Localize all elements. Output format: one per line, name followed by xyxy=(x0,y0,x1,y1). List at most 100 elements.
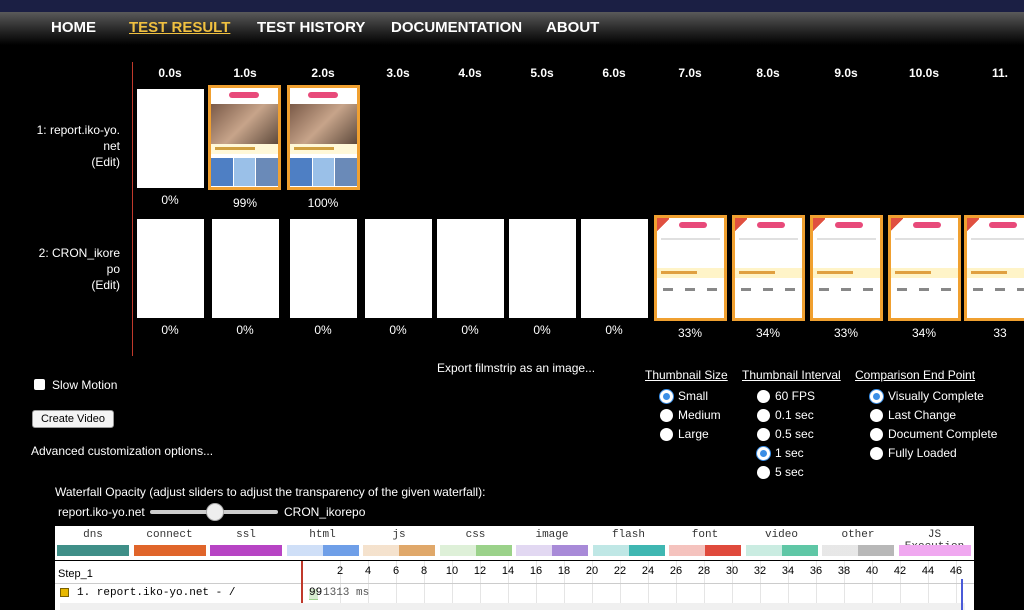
visual-progress-label: 0% xyxy=(605,323,623,337)
waterfall-tick-label: 16 xyxy=(529,565,543,577)
radio-label[interactable]: Document Complete xyxy=(888,427,997,441)
visual-progress-label: 33% xyxy=(677,326,703,340)
comparison-end-point-title: Comparison End Point xyxy=(855,368,976,382)
legend-swatch xyxy=(286,545,359,556)
time-label: 5.0s xyxy=(530,66,554,80)
radio-button[interactable] xyxy=(870,447,883,460)
filmstrip-frame[interactable] xyxy=(809,215,883,321)
advanced-options-link[interactable]: Advanced customization options... xyxy=(31,444,213,458)
filmstrip-frame[interactable] xyxy=(731,215,805,321)
filmstrip-frame[interactable] xyxy=(289,219,357,318)
filmstrip-frame[interactable] xyxy=(653,215,727,321)
radio-button[interactable] xyxy=(757,428,770,441)
time-label: 2.0s xyxy=(311,66,335,80)
waterfall-tick-label: 22 xyxy=(613,565,627,577)
opacity-slider-thumb[interactable] xyxy=(206,503,224,521)
visual-progress-label: 33 xyxy=(993,326,1007,340)
filmstrip-frame[interactable] xyxy=(136,219,204,318)
row-2-name-line-1: 2: CRON_ikore xyxy=(38,246,120,260)
radio-button[interactable] xyxy=(660,390,673,403)
radio-label[interactable]: Medium xyxy=(678,408,721,422)
radio-label[interactable]: 1 sec xyxy=(775,446,804,460)
legend-swatch xyxy=(57,545,129,556)
filmstrip-frame[interactable] xyxy=(436,219,504,318)
waterfall-tick-label: 36 xyxy=(809,565,823,577)
filmstrip-frame[interactable] xyxy=(287,85,360,190)
visual-progress-label: 0% xyxy=(314,323,332,337)
legend-swatch xyxy=(745,545,818,556)
legend-label: connect xyxy=(146,529,193,541)
radio-button[interactable] xyxy=(757,466,770,479)
legend-label: js xyxy=(392,529,406,541)
visual-progress-label: 33% xyxy=(833,326,859,340)
filmstrip-frame[interactable] xyxy=(364,219,432,318)
visual-progress-label: 0% xyxy=(461,323,479,337)
legend-swatch xyxy=(363,545,435,556)
nav-documentation[interactable]: DOCUMENTATION xyxy=(391,19,522,36)
waterfall-tick-label: 26 xyxy=(669,565,683,577)
filmstrip-frame[interactable] xyxy=(208,85,281,190)
export-filmstrip-link[interactable]: Export filmstrip as an image... xyxy=(437,361,595,375)
legend-swatch xyxy=(898,545,971,556)
radio-button[interactable] xyxy=(757,447,770,460)
radio-label[interactable]: Last Change xyxy=(888,408,956,422)
radio-button[interactable] xyxy=(870,428,883,441)
filmstrip-frame[interactable] xyxy=(211,219,279,318)
request-1-time: 1313 ms xyxy=(323,587,370,599)
time-label: 6.0s xyxy=(602,66,626,80)
request-2-row xyxy=(60,603,965,610)
radio-label[interactable]: Fully Loaded xyxy=(888,446,957,460)
time-label: 3.0s xyxy=(386,66,410,80)
page-thumbnail xyxy=(290,88,357,187)
nav-about[interactable]: ABOUT xyxy=(546,19,599,36)
time-label: 9.0s xyxy=(834,66,858,80)
waterfall-left-label: report.iko-yo.net xyxy=(58,505,145,519)
radio-label[interactable]: Large xyxy=(678,427,709,441)
filmstrip-frame[interactable] xyxy=(963,215,1024,321)
create-video-button[interactable]: Create Video xyxy=(32,410,114,428)
filmstrip-frame[interactable] xyxy=(580,219,648,318)
filmstrip-frame[interactable] xyxy=(137,89,204,188)
radio-button[interactable] xyxy=(757,390,770,403)
radio-button[interactable] xyxy=(757,409,770,422)
radio-button[interactable] xyxy=(660,409,673,422)
legend-swatch xyxy=(439,545,512,556)
filmstrip-frame[interactable] xyxy=(508,219,576,318)
request-1-url[interactable]: 1. report.iko-yo.net - / xyxy=(77,587,235,599)
radio-label[interactable]: 0.1 sec xyxy=(775,408,814,422)
radio-button[interactable] xyxy=(660,428,673,441)
waterfall-step-label: Step_1 xyxy=(58,568,93,580)
nav-home[interactable]: HOME xyxy=(51,19,96,36)
page-thumbnail xyxy=(211,88,278,187)
time-label: 11. xyxy=(991,66,1009,80)
radio-label[interactable]: Small xyxy=(678,389,708,403)
radio-label[interactable]: 5 sec xyxy=(775,465,804,479)
radio-label[interactable]: 60 FPS xyxy=(775,389,815,403)
row-2-edit-link[interactable]: (Edit) xyxy=(2,277,120,293)
slow-motion-checkbox[interactable] xyxy=(34,379,45,390)
time-label: 8.0s xyxy=(756,66,780,80)
legend-label: image xyxy=(535,529,569,541)
slow-motion-label: Slow Motion xyxy=(52,378,118,392)
waterfall-tick-label: 24 xyxy=(641,565,655,577)
visual-progress-label: 0% xyxy=(161,323,179,337)
legend-label: flash xyxy=(611,529,645,541)
waterfall-tick-label: 2 xyxy=(336,565,344,577)
legend-swatch xyxy=(669,545,741,556)
radio-label[interactable]: Visually Complete xyxy=(888,389,984,403)
waterfall-tick-label: 28 xyxy=(697,565,711,577)
row-1-edit-link[interactable]: (Edit) xyxy=(2,154,120,170)
radio-button[interactable] xyxy=(870,409,883,422)
radio-label[interactable]: 0.5 sec xyxy=(775,427,814,441)
nav-test-result[interactable]: TEST RESULT xyxy=(129,19,230,36)
time-label: 4.0s xyxy=(458,66,482,80)
filmstrip-frame[interactable] xyxy=(887,215,961,321)
waterfall-tick-label: 20 xyxy=(585,565,599,577)
waterfall-right-label: CRON_ikorepo xyxy=(284,505,366,519)
legend-label: dns xyxy=(83,529,103,541)
legend-label: ssl xyxy=(236,529,256,541)
radio-button[interactable] xyxy=(870,390,883,403)
nav-test-history[interactable]: TEST HISTORY xyxy=(257,19,365,36)
waterfall-tick-label: 18 xyxy=(557,565,571,577)
page-thumbnail xyxy=(812,218,880,318)
